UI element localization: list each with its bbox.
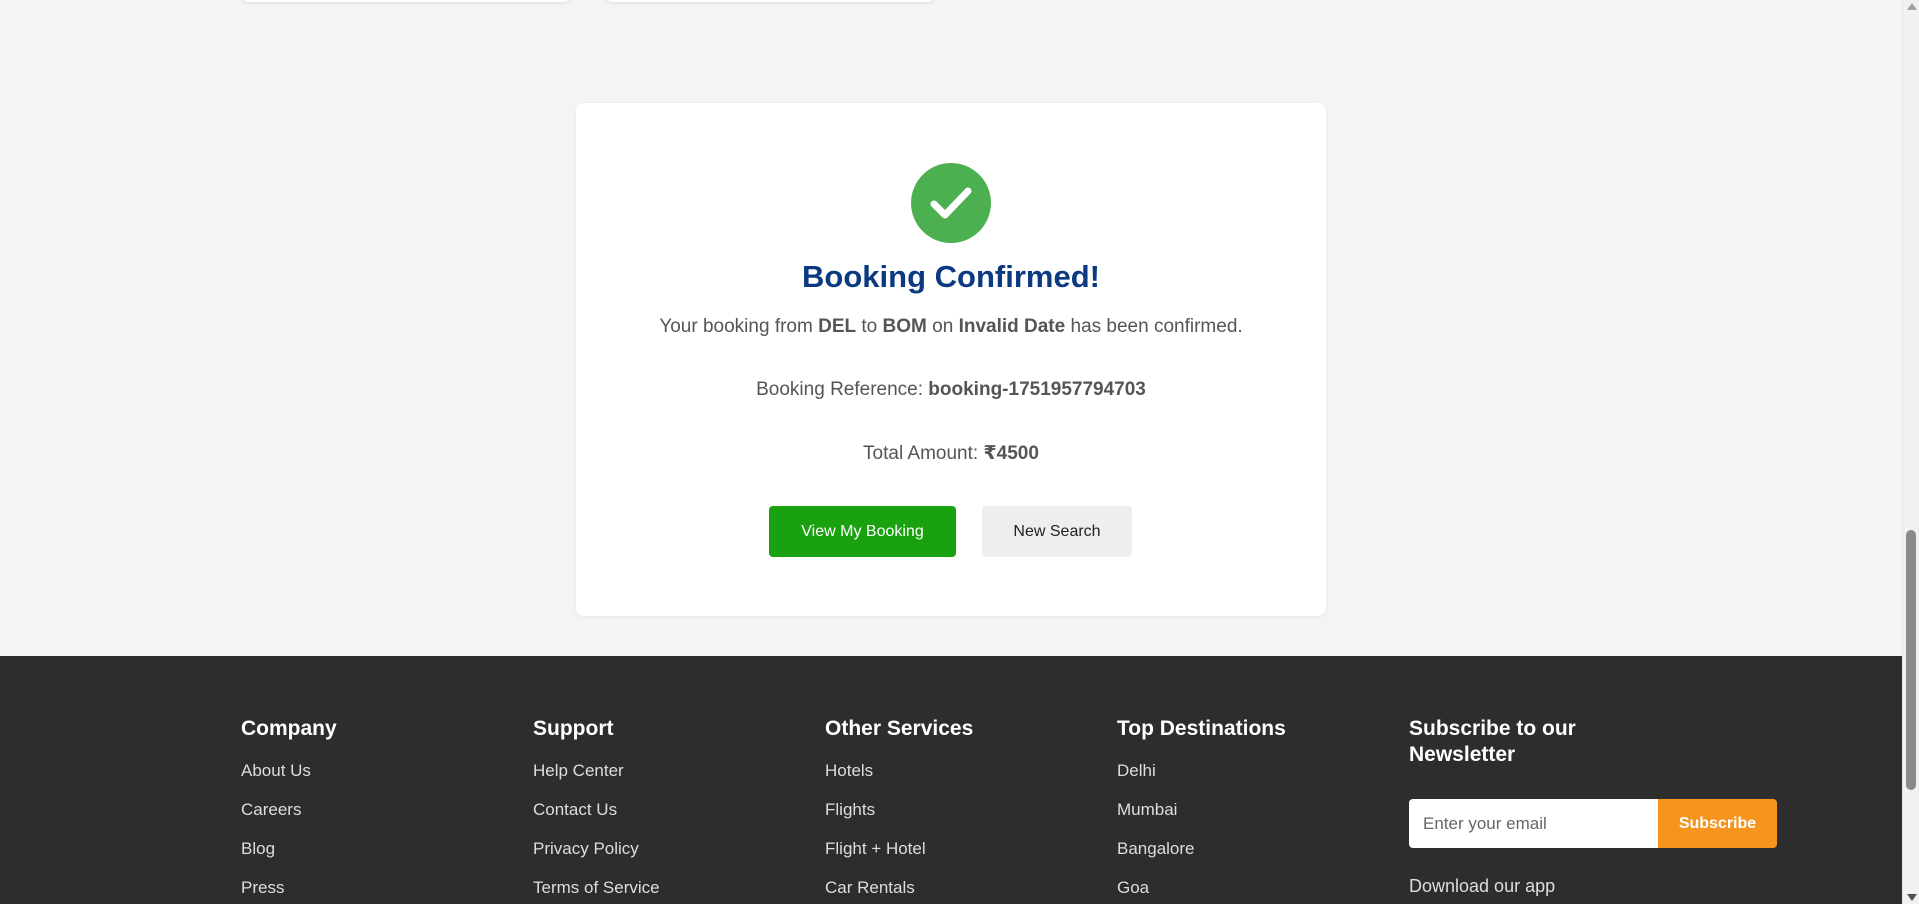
footer-heading: Company bbox=[241, 717, 337, 740]
origin-code: DEL bbox=[818, 316, 857, 337]
view-my-booking-button[interactable]: View My Booking bbox=[769, 506, 956, 557]
booking-reference-label: Booking Reference: bbox=[756, 379, 924, 400]
result-card-partial bbox=[605, 0, 935, 2]
newsletter-heading: Subscribe to our Newsletter bbox=[1409, 717, 1576, 766]
footer-link-flights[interactable]: Flights bbox=[825, 799, 973, 838]
result-card-partial bbox=[241, 0, 571, 2]
footer-link-bangalore[interactable]: Bangalore bbox=[1117, 838, 1286, 877]
footer-heading: Top Destinations bbox=[1117, 717, 1286, 740]
footer-link-help-center[interactable]: Help Center bbox=[533, 760, 660, 799]
download-app-text: Download our app bbox=[1409, 876, 1556, 896]
confirmation-title: Booking Confirmed! bbox=[802, 259, 1100, 294]
scroll-down-arrow-icon[interactable] bbox=[1907, 894, 1917, 901]
scroll-up-arrow-icon[interactable] bbox=[1907, 3, 1917, 10]
booking-reference-value: booking-1751957794703 bbox=[928, 379, 1146, 400]
check-circle-icon bbox=[911, 163, 991, 243]
route-on-word: on bbox=[932, 316, 954, 337]
route-to-word: to bbox=[861, 316, 878, 337]
footer-link-hotels[interactable]: Hotels bbox=[825, 760, 973, 799]
newsletter-email-input[interactable] bbox=[1409, 799, 1658, 848]
site-footer: Company About Us Careers Blog Press Supp… bbox=[0, 656, 1902, 904]
footer-column-support: Support Help Center Contact Us Privacy P… bbox=[533, 716, 660, 904]
scrollbar-thumb[interactable] bbox=[1906, 530, 1916, 790]
booking-reference: Booking Reference: booking-1751957794703 bbox=[576, 379, 1326, 401]
travel-date: Invalid Date bbox=[958, 316, 1066, 337]
footer-heading: Support bbox=[533, 717, 614, 740]
footer-link-contact-us[interactable]: Contact Us bbox=[533, 799, 660, 838]
booking-confirmation-card: Booking Confirmed! Your booking from DEL… bbox=[576, 103, 1326, 616]
footer-heading: Other Services bbox=[825, 717, 974, 740]
footer-link-privacy-policy[interactable]: Privacy Policy bbox=[533, 838, 660, 877]
footer-link-goa[interactable]: Goa bbox=[1117, 877, 1286, 904]
total-amount-value: ₹4500 bbox=[983, 443, 1039, 464]
footer-column-other-services: Other Services Hotels Flights Flight + H… bbox=[825, 716, 973, 904]
footer-column-top-destinations: Top Destinations Delhi Mumbai Bangalore … bbox=[1117, 716, 1286, 904]
vertical-scrollbar[interactable] bbox=[1902, 0, 1919, 904]
footer-link-about-us[interactable]: About Us bbox=[241, 760, 337, 799]
footer-link-car-rentals[interactable]: Car Rentals bbox=[825, 877, 973, 904]
footer-link-terms-of-service[interactable]: Terms of Service bbox=[533, 877, 660, 904]
page: Booking Confirmed! Your booking from DEL… bbox=[0, 0, 1919, 904]
footer-link-mumbai[interactable]: Mumbai bbox=[1117, 799, 1286, 838]
newsletter-form: Subscribe bbox=[1409, 799, 1777, 848]
footer-column-company: Company About Us Careers Blog Press bbox=[241, 716, 337, 904]
subscribe-button[interactable]: Subscribe bbox=[1658, 799, 1777, 848]
new-search-button[interactable]: New Search bbox=[982, 506, 1132, 557]
footer-column-newsletter: Subscribe to our Newsletter bbox=[1409, 716, 1669, 786]
footer-link-flight-hotel[interactable]: Flight + Hotel bbox=[825, 838, 973, 877]
booking-route-text: Your booking from DEL to BOM on Invalid … bbox=[576, 316, 1326, 338]
footer-link-press[interactable]: Press bbox=[241, 877, 337, 904]
checkmark-icon bbox=[930, 187, 972, 219]
total-amount-label: Total Amount: bbox=[863, 443, 979, 464]
route-prefix: Your booking from bbox=[659, 316, 813, 337]
footer-link-delhi[interactable]: Delhi bbox=[1117, 760, 1286, 799]
destination-code: BOM bbox=[882, 316, 927, 337]
route-suffix: has been confirmed. bbox=[1070, 316, 1243, 337]
total-amount: Total Amount: ₹4500 bbox=[576, 442, 1326, 465]
footer-link-careers[interactable]: Careers bbox=[241, 799, 337, 838]
footer-link-blog[interactable]: Blog bbox=[241, 838, 337, 877]
